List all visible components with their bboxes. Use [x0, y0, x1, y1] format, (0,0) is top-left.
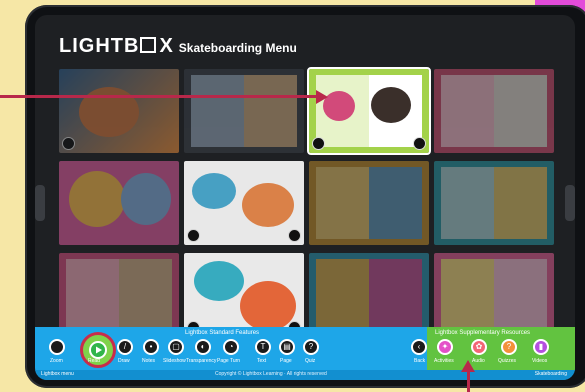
- thumbnail-corner-icon: [187, 229, 200, 242]
- audio-button[interactable]: ✿: [471, 339, 487, 355]
- footer-bar: Lightbox menu Copyright © Lightbox Learn…: [35, 370, 575, 380]
- thumbnail-image: [69, 171, 125, 227]
- tool-label: Draw: [118, 358, 130, 364]
- thumbnail-page: [369, 259, 422, 331]
- page-thumbnail[interactable]: [184, 253, 304, 337]
- thumbnail-image: [192, 173, 236, 209]
- tool-label: Notes: [142, 358, 156, 364]
- play-icon[interactable]: [89, 341, 107, 359]
- thumbnail-page: [191, 75, 244, 147]
- tool-label: Slideshow: [163, 358, 186, 364]
- callout-arrow-head-icon: [316, 90, 328, 104]
- thumbnail-page: [244, 75, 297, 147]
- thumbnail-corner-icon: [62, 137, 75, 150]
- title-row: LIGHTB X Skateboarding Menu: [59, 35, 297, 61]
- tool-label: Quizzes: [498, 358, 517, 364]
- thumbnail-image: [242, 183, 294, 227]
- slideshow-button[interactable]: ▢: [168, 339, 184, 355]
- quiz-button[interactable]: ?: [303, 339, 319, 355]
- tool-label: Quiz: [305, 358, 316, 364]
- tool-label: Videos: [532, 358, 548, 364]
- thumbnail-page: [316, 259, 369, 331]
- thumbnail-image: [121, 173, 171, 225]
- lightbox-screen: LIGHTB X Skateboarding Menu Lightbox Sta…: [35, 15, 575, 380]
- tablet-frame: LIGHTB X Skateboarding Menu Lightbox Sta…: [25, 5, 585, 388]
- videos-button[interactable]: ▮: [533, 339, 549, 355]
- page-thumbnail[interactable]: [309, 253, 429, 337]
- copyright-text: Copyright © Lightbox Learning · All righ…: [215, 371, 327, 377]
- page-thumbnail[interactable]: [59, 69, 179, 153]
- previous-page-arrow[interactable]: [35, 185, 45, 221]
- thumbnail-corner-icon: [413, 137, 426, 150]
- thumbnail-image: [194, 261, 244, 301]
- page-thumbnail-grid: [59, 67, 555, 337]
- thumbnail-page: [494, 259, 547, 331]
- thumbnail-image: [240, 281, 296, 331]
- tool-label: Text: [257, 358, 267, 364]
- logo-x: X: [159, 35, 173, 57]
- page-turn-button[interactable]: ◔: [223, 339, 239, 355]
- back-button[interactable]: ‹: [411, 339, 427, 355]
- thumbnail-page: [369, 167, 422, 239]
- quizzes-button[interactable]: ?: [501, 339, 517, 355]
- page-thumbnail[interactable]: [59, 161, 179, 245]
- notes-button[interactable]: •: [143, 339, 159, 355]
- lightbox-logo: LIGHTB: [59, 35, 157, 58]
- thumbnail-page: [316, 167, 369, 239]
- tool-label: Activities: [434, 358, 454, 364]
- page-title: Skateboarding Menu: [178, 41, 297, 55]
- page-thumbnail[interactable]: [434, 69, 554, 153]
- thumbnail-page: [441, 167, 494, 239]
- book-title-link[interactable]: Skateboarding: [535, 371, 567, 377]
- callout-arrow-line: [467, 371, 470, 392]
- page-thumbnail[interactable]: [59, 253, 179, 337]
- lightbox-menu-link[interactable]: Lightbox menu: [41, 371, 74, 377]
- tool-label: Page Turn: [217, 358, 241, 364]
- transparency-button[interactable]: ◐: [195, 339, 211, 355]
- thumbnail-page: [441, 259, 494, 331]
- page-thumbnail[interactable]: [434, 253, 554, 337]
- thumbnail-corner-icon: [312, 137, 325, 150]
- page-thumbnail[interactable]: [434, 161, 554, 245]
- page-thumbnail[interactable]: [184, 69, 304, 153]
- activities-button[interactable]: ✦: [437, 339, 453, 355]
- thumbnail-page: [119, 259, 172, 331]
- next-page-arrow[interactable]: [565, 185, 575, 221]
- thumbnail-page: [66, 259, 119, 331]
- page-thumbnail-selected[interactable]: [307, 67, 431, 155]
- thumbnail-image: [371, 87, 411, 123]
- tool-label: Transparency: [186, 358, 217, 364]
- thumbnail-page: [494, 75, 547, 147]
- tool-label: Read: [88, 358, 100, 364]
- text-button[interactable]: T: [255, 339, 271, 355]
- tool-label: Zoom: [50, 358, 63, 364]
- logo-box-icon: [140, 37, 157, 53]
- callout-arrow-head-icon: [461, 360, 475, 372]
- page-thumbnail[interactable]: [309, 161, 429, 245]
- tool-label: Page: [280, 358, 292, 364]
- thumbnail-page: [494, 167, 547, 239]
- callout-arrow-line: [0, 95, 316, 98]
- page-thumbnail[interactable]: [184, 161, 304, 245]
- thumbnail-corner-icon: [288, 229, 301, 242]
- supplementary-resources-title: Lightbox Supplementary Resources: [435, 330, 531, 336]
- zoom-button[interactable]: [49, 339, 65, 355]
- standard-features-title: Lightbox Standard Features: [185, 330, 260, 336]
- tool-label: Back: [414, 358, 426, 364]
- page-button[interactable]: ▤: [279, 339, 295, 355]
- draw-button[interactable]: /: [117, 339, 133, 355]
- thumbnail-page: [441, 75, 494, 147]
